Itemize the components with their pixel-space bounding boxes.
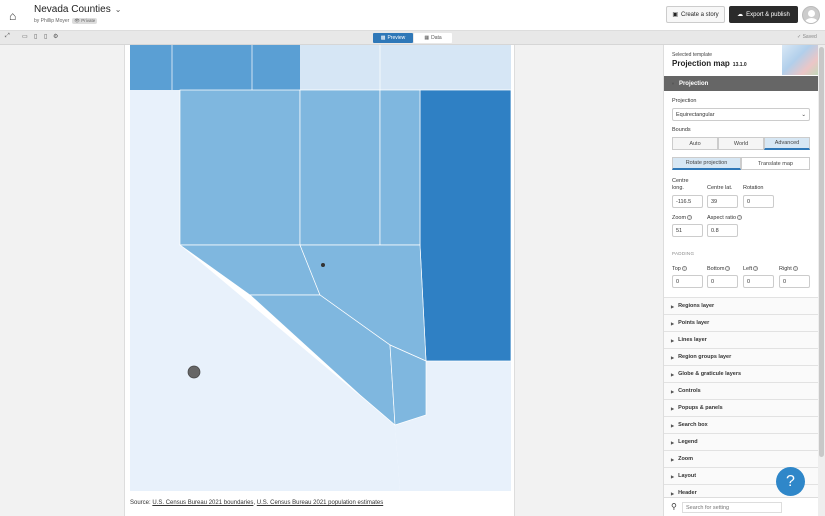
nevada-map[interactable] (130, 45, 511, 491)
cloud-icon: ☁ (737, 12, 744, 18)
aspect-label: Aspect ratio? (707, 215, 743, 221)
region-oregon[interactable] (130, 45, 300, 90)
help-button[interactable]: ? (776, 467, 805, 496)
bounds-auto[interactable]: Auto (672, 137, 718, 150)
view-toolbar: ⤢ ▭ ▯ ▯ ⚙ ▩ Preview ▦ Data ✓ Saved (0, 31, 825, 45)
section-controls[interactable]: ▶ Controls (664, 382, 818, 399)
create-story-button[interactable]: ▣ Create a story (666, 6, 725, 23)
bounds-label: Bounds (672, 127, 691, 133)
section-projection[interactable]: ▼ Projection (664, 76, 822, 91)
pad-top-input[interactable]: 0 (672, 275, 703, 288)
mode-rotate[interactable]: Rotate projection (672, 157, 741, 170)
padding-label: PADDING (672, 251, 695, 256)
mobile-icon[interactable]: ▯ (44, 33, 47, 40)
avatar[interactable] (802, 6, 820, 24)
tablet-icon[interactable]: ▯ (34, 33, 37, 40)
tab-data[interactable]: ▦ Data (414, 33, 452, 43)
search-input[interactable] (682, 502, 782, 513)
pad-left-label: Left? (743, 266, 759, 272)
info-icon: ? (687, 215, 693, 221)
map-source: Source: U.S. Census Bureau 2021 boundari… (130, 500, 384, 506)
map-point-large[interactable] (187, 365, 201, 379)
centre-lat-label: Centre lat. (707, 185, 733, 191)
gear-icon[interactable]: ⚙ (53, 33, 58, 40)
tab-preview[interactable]: ▩ Preview (373, 33, 413, 43)
info-icon: ? (725, 266, 731, 272)
region-idaho[interactable] (300, 45, 511, 90)
template-thumbnail[interactable] (782, 45, 822, 75)
triangle-down-icon: ▼ (671, 81, 675, 86)
bounds-advanced[interactable]: Advanced (764, 137, 810, 150)
export-publish-button[interactable]: ☁ Export & publish (729, 6, 798, 23)
source-link-population[interactable]: U.S. Census Bureau 2021 population estim… (257, 500, 383, 506)
rotation-label: Rotation (743, 185, 764, 191)
info-icon: ? (753, 266, 759, 272)
fullscreen-icon[interactable]: ⤢ (5, 33, 10, 40)
aspect-input[interactable]: 0.8 (707, 224, 738, 237)
section-search-box[interactable]: ▶ Search box (664, 416, 818, 433)
section-legend[interactable]: ▶ Legend (664, 433, 818, 450)
canvas-area: Source: U.S. Census Bureau 2021 boundari… (0, 45, 663, 516)
section-regions-layer[interactable]: ▶ Regions layer (664, 297, 818, 314)
section-globe-graticule[interactable]: ▶ Globe & graticule layers (664, 365, 818, 382)
selected-template-label: Selected template (672, 52, 713, 58)
mode-translate[interactable]: Translate map (741, 157, 810, 170)
source-link-boundaries[interactable]: U.S. Census Bureau 2021 boundaries (152, 500, 253, 506)
map-point[interactable] (321, 263, 325, 267)
info-icon: ? (737, 215, 743, 221)
projection-label: Projection (672, 98, 697, 104)
bounds-world[interactable]: World (718, 137, 764, 150)
centre-long-input[interactable]: -116.5 (672, 195, 703, 208)
county-elko[interactable] (379, 89, 421, 246)
chevron-down-icon: ⌄ (801, 111, 806, 118)
home-icon[interactable]: ⌂ (9, 9, 16, 23)
section-lines-layer[interactable]: ▶ Lines layer (664, 331, 818, 348)
section-zoom[interactable]: ▶ Zoom (664, 450, 818, 467)
setting-search: ⚲ (664, 497, 822, 516)
privacy-badge: 👁 Private (72, 18, 98, 24)
project-title[interactable]: Nevada Counties ⌄ (34, 4, 121, 15)
zoom-label: Zoom? (672, 215, 693, 221)
county-elko-west[interactable] (299, 89, 381, 246)
centre-lat-input[interactable]: 39 (707, 195, 738, 208)
chevron-down-icon[interactable]: ⌄ (115, 5, 122, 14)
county-humboldt[interactable] (179, 89, 301, 246)
pad-bottom-input[interactable]: 0 (707, 275, 738, 288)
settings-sidebar: Selected template Projection map 13.1.0 ▼… (663, 45, 825, 516)
info-icon: ? (681, 266, 687, 272)
template-name[interactable]: Projection map 13.1.0 (672, 59, 747, 68)
preview-frame: Source: U.S. Census Bureau 2021 boundari… (124, 45, 515, 516)
rotation-input[interactable]: 0 (743, 195, 774, 208)
section-region-groups-layer[interactable]: ▶ Region groups layer (664, 348, 818, 365)
pad-right-input[interactable]: 0 (779, 275, 810, 288)
county-clark[interactable] (419, 89, 511, 362)
desktop-icon[interactable]: ▭ (22, 33, 28, 40)
pad-right-label: Right? (779, 266, 798, 272)
pad-top-label: Top? (672, 266, 687, 272)
story-icon: ▣ (672, 12, 678, 18)
centre-long-label: Centre long. (672, 178, 689, 191)
top-bar: ⌂ Nevada Counties ⌄ by Phillip Moyer 👁 Pri… (0, 0, 825, 31)
byline: by Phillip Moyer 👁 Private (34, 18, 98, 24)
section-popups-panels[interactable]: ▶ Popups & panels (664, 399, 818, 416)
pad-left-input[interactable]: 0 (743, 275, 774, 288)
projection-select[interactable]: Equirectangular ⌄ (672, 108, 810, 121)
chart-icon: ▩ (380, 35, 386, 41)
table-icon: ▦ (424, 35, 430, 41)
pad-bottom-label: Bottom? (707, 266, 731, 272)
zoom-input[interactable]: 51 (672, 224, 703, 237)
sidebar-scrollbar[interactable] (818, 45, 825, 516)
search-icon: ⚲ (671, 502, 677, 511)
section-points-layer[interactable]: ▶ Points layer (664, 314, 818, 331)
saved-status: ✓ Saved (797, 34, 817, 40)
info-icon: ? (792, 266, 798, 272)
